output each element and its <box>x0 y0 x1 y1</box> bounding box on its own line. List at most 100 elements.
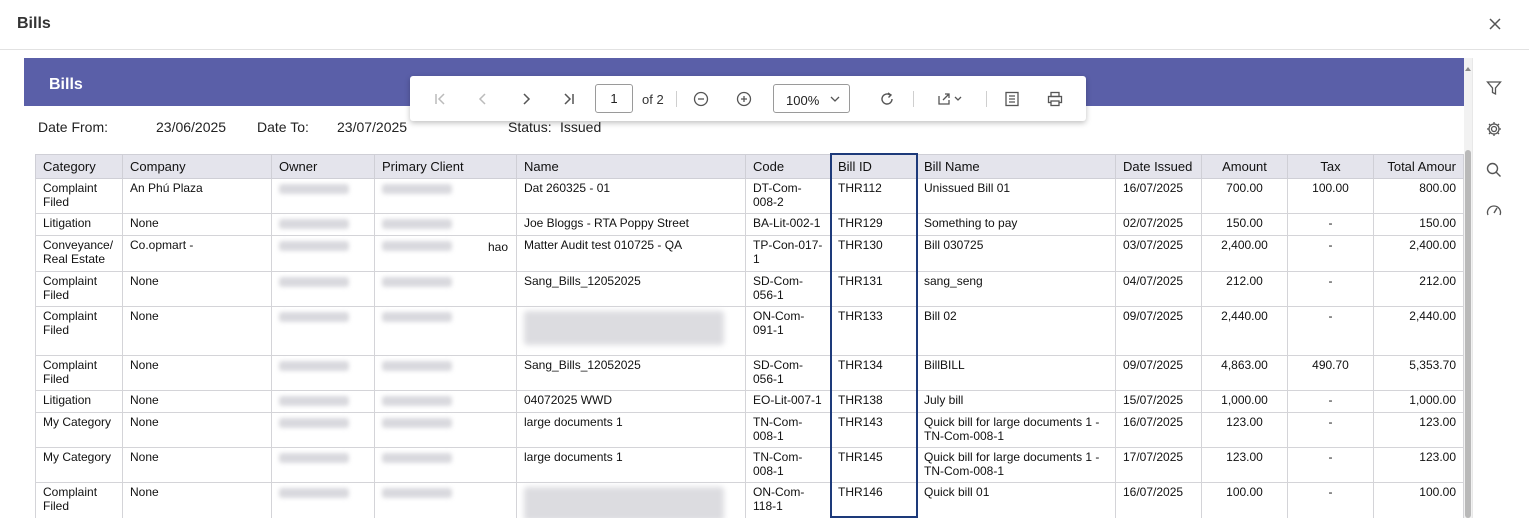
column-header: Primary Client <box>374 154 517 179</box>
toolbar-separator <box>676 91 677 107</box>
toolbar-separator <box>913 91 914 107</box>
cell-amount: 212.00 <box>1201 271 1288 307</box>
filter-icon[interactable] <box>1485 79 1507 101</box>
table-row: Litigation None 04072025 WWD EO-Lit-007-1 TH… <box>35 390 1464 413</box>
cell-total: 212.00 <box>1373 271 1464 307</box>
cell-code: TN-Com-008-1 <box>745 412 831 448</box>
redacted-text <box>279 219 349 229</box>
redacted-text <box>382 219 452 229</box>
cell-primary-client <box>374 412 517 448</box>
cell-tax: - <box>1287 390 1374 413</box>
cell-name: Sang_Bills_12052025 <box>516 355 746 391</box>
cell-amount: 2,440.00 <box>1201 306 1288 356</box>
next-page-icon[interactable] <box>513 86 539 112</box>
redacted-text <box>382 396 452 406</box>
refresh-icon[interactable] <box>874 86 900 112</box>
cell-primary-client <box>374 447 517 483</box>
zoom-select[interactable]: 100% <box>773 84 850 113</box>
redacted-text <box>382 241 452 251</box>
zoom-out-icon[interactable] <box>688 86 714 112</box>
page-number-input[interactable] <box>595 84 633 113</box>
cell-company: Co.opmart - <box>122 235 272 272</box>
chevron-down-icon <box>830 96 840 102</box>
cell-date-issued: 16/07/2025 <box>1115 482 1202 518</box>
cell-primary-client <box>374 271 517 307</box>
cell-tax: 100.00 <box>1287 178 1374 214</box>
cell-bill-name: Bill 030725 <box>916 235 1116 272</box>
table-row: My Category None large documents 1 TN-Com-0… <box>35 412 1464 448</box>
cell-company: None <box>122 306 272 356</box>
cell-primary-client: hao <box>374 235 517 272</box>
redacted-text <box>382 453 452 463</box>
cell-name <box>516 482 746 518</box>
settings-icon[interactable] <box>1485 120 1507 142</box>
cell-bill-id: THR138 <box>830 390 917 413</box>
gauge-icon[interactable] <box>1485 202 1507 224</box>
table-row: Conveyance/ Real Estate Co.opmart - hao Mat… <box>35 235 1464 272</box>
cell-owner <box>271 213 375 236</box>
cell-amount: 4,863.00 <box>1201 355 1288 391</box>
cell-name: Joe Bloggs - RTA Poppy Street <box>516 213 746 236</box>
redacted-text <box>279 361 349 371</box>
cell-date-issued: 09/07/2025 <box>1115 355 1202 391</box>
export-icon[interactable] <box>930 86 970 112</box>
cell-category: My Category <box>35 447 123 483</box>
cell-owner <box>271 412 375 448</box>
cell-name: large documents 1 <box>516 412 746 448</box>
side-panel <box>1472 58 1529 518</box>
cell-amount: 1,000.00 <box>1201 390 1288 413</box>
print-icon[interactable] <box>1042 86 1068 112</box>
cell-bill-name: sang_seng <box>916 271 1116 307</box>
cell-date-issued: 03/07/2025 <box>1115 235 1202 272</box>
column-header: Total Amour <box>1373 154 1464 179</box>
date-from-value: 23/06/2025 <box>156 119 227 135</box>
prev-page-icon[interactable] <box>470 86 496 112</box>
search-icon[interactable] <box>1485 161 1507 183</box>
column-header: Tax <box>1287 154 1374 179</box>
cell-category: Complaint Filed <box>35 482 123 518</box>
cell-category: Complaint Filed <box>35 271 123 307</box>
cell-bill-id: THR145 <box>830 447 917 483</box>
cell-total: 2,440.00 <box>1373 306 1464 356</box>
table-row: Complaint Filed An Phú Plaza Dat 260325 - … <box>35 178 1464 214</box>
scroll-up-arrow[interactable] <box>1464 60 1472 71</box>
document-map-icon[interactable] <box>999 86 1025 112</box>
redacted-text <box>382 418 452 428</box>
cell-code: ON-Com-091-1 <box>745 306 831 356</box>
redacted-text <box>279 418 349 428</box>
redacted-text <box>279 312 349 322</box>
close-icon[interactable] <box>1485 14 1505 34</box>
first-page-icon[interactable] <box>427 86 453 112</box>
cell-category: Complaint Filed <box>35 178 123 214</box>
cell-date-issued: 16/07/2025 <box>1115 178 1202 214</box>
redacted-text <box>524 311 724 345</box>
cell-owner <box>271 306 375 356</box>
cell-category: Litigation <box>35 390 123 413</box>
cell-tax: 490.70 <box>1287 355 1374 391</box>
cell-date-issued: 16/07/2025 <box>1115 412 1202 448</box>
zoom-in-icon[interactable] <box>731 86 757 112</box>
bills-table: Category Company Owner Primary Client Na… <box>35 154 1464 518</box>
table-row: Complaint Filed None Sang_Bills_12052025 SD… <box>35 355 1464 391</box>
scrollbar-thumb[interactable] <box>1465 150 1471 518</box>
cell-date-issued: 02/07/2025 <box>1115 213 1202 236</box>
cell-name: Sang_Bills_12052025 <box>516 271 746 307</box>
cell-category: Complaint Filed <box>35 355 123 391</box>
date-to-value: 23/07/2025 <box>337 119 408 135</box>
cell-company: None <box>122 412 272 448</box>
cell-bill-name: Bill 02 <box>916 306 1116 356</box>
column-header: Name <box>516 154 746 179</box>
cell-name: Dat 260325 - 01 <box>516 178 746 214</box>
zoom-value: 100% <box>786 93 820 108</box>
redacted-text <box>524 487 724 518</box>
column-header: Company <box>122 154 272 179</box>
cell-bill-id: THR130 <box>830 235 917 272</box>
last-page-icon[interactable] <box>556 86 582 112</box>
cell-total: 5,353.70 <box>1373 355 1464 391</box>
cell-total: 150.00 <box>1373 213 1464 236</box>
cell-code: TN-Com-008-1 <box>745 447 831 483</box>
cell-company: None <box>122 447 272 483</box>
cell-company: None <box>122 390 272 413</box>
page-count: of 2 <box>642 92 664 107</box>
cell-bill-id: THR112 <box>830 178 917 214</box>
